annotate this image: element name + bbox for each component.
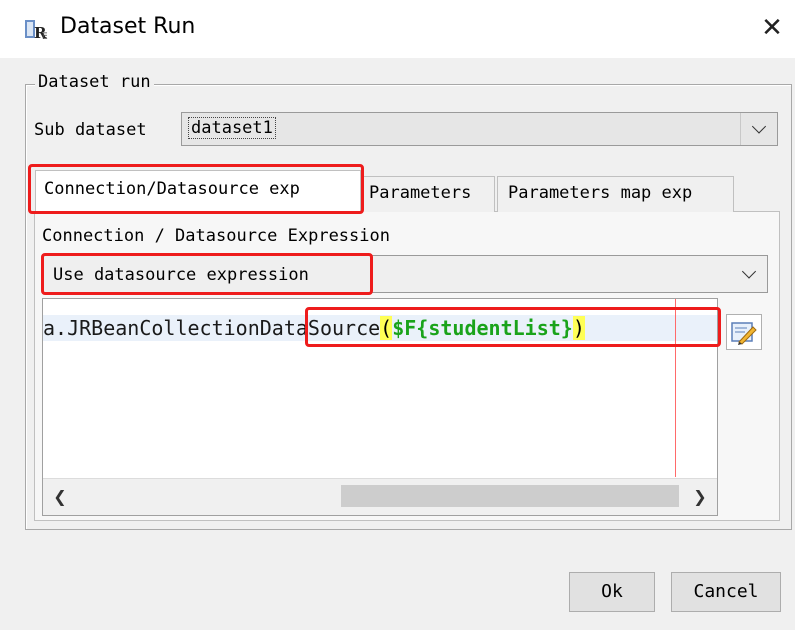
scroll-left-icon[interactable]: ❮: [43, 479, 77, 515]
jasper-report-icon: R E: [25, 20, 48, 42]
group-legend: Dataset run: [35, 72, 154, 92]
ok-button[interactable]: Ok: [569, 572, 655, 612]
right-margin-line: [675, 299, 676, 477]
dropdown-arrow[interactable]: [731, 256, 767, 292]
close-paren: ): [572, 316, 585, 340]
sub-dataset-select[interactable]: dataset1: [181, 112, 778, 146]
sub-dataset-label: Sub dataset: [34, 120, 147, 140]
sub-dataset-value: dataset1: [188, 117, 276, 139]
field-reference: $F{studentList}: [392, 316, 573, 340]
tab-parameters[interactable]: Parameters: [362, 176, 495, 212]
window-title: Dataset Run: [60, 14, 196, 39]
expression-editor[interactable]: a.JRBeanCollectionDataSource($F{studentL…: [42, 298, 718, 516]
scroll-right-icon[interactable]: ❯: [683, 479, 717, 515]
tab-connection-datasource[interactable]: Connection/Datasource exp: [35, 170, 361, 212]
connection-type-select[interactable]: Use datasource expression: [42, 255, 768, 293]
chevron-down-icon: [741, 264, 757, 279]
connection-section-label: Connection / Datasource Expression: [42, 226, 390, 246]
open-paren: (: [380, 316, 393, 340]
title-bar: R E Dataset Run ✕: [0, 0, 795, 58]
tab-parameters-map-exp[interactable]: Parameters map exp: [497, 176, 734, 212]
svg-text:E: E: [42, 32, 48, 42]
connection-type-value: Use datasource expression: [53, 265, 309, 285]
close-icon[interactable]: ✕: [752, 8, 792, 48]
chevron-down-icon: [751, 119, 767, 134]
dropdown-arrow[interactable]: [740, 113, 777, 145]
scrollbar-thumb[interactable]: [341, 485, 679, 507]
horizontal-scrollbar[interactable]: ❮ ❯: [43, 478, 717, 515]
cancel-button[interactable]: Cancel: [671, 572, 781, 612]
expression-line[interactable]: a.JRBeanCollectionDataSource($F{studentL…: [43, 315, 717, 341]
expression-prefix: a.JRBeanCollectionDataSource: [43, 316, 381, 340]
edit-expression-icon: [731, 322, 757, 345]
edit-expression-button[interactable]: [726, 314, 762, 350]
